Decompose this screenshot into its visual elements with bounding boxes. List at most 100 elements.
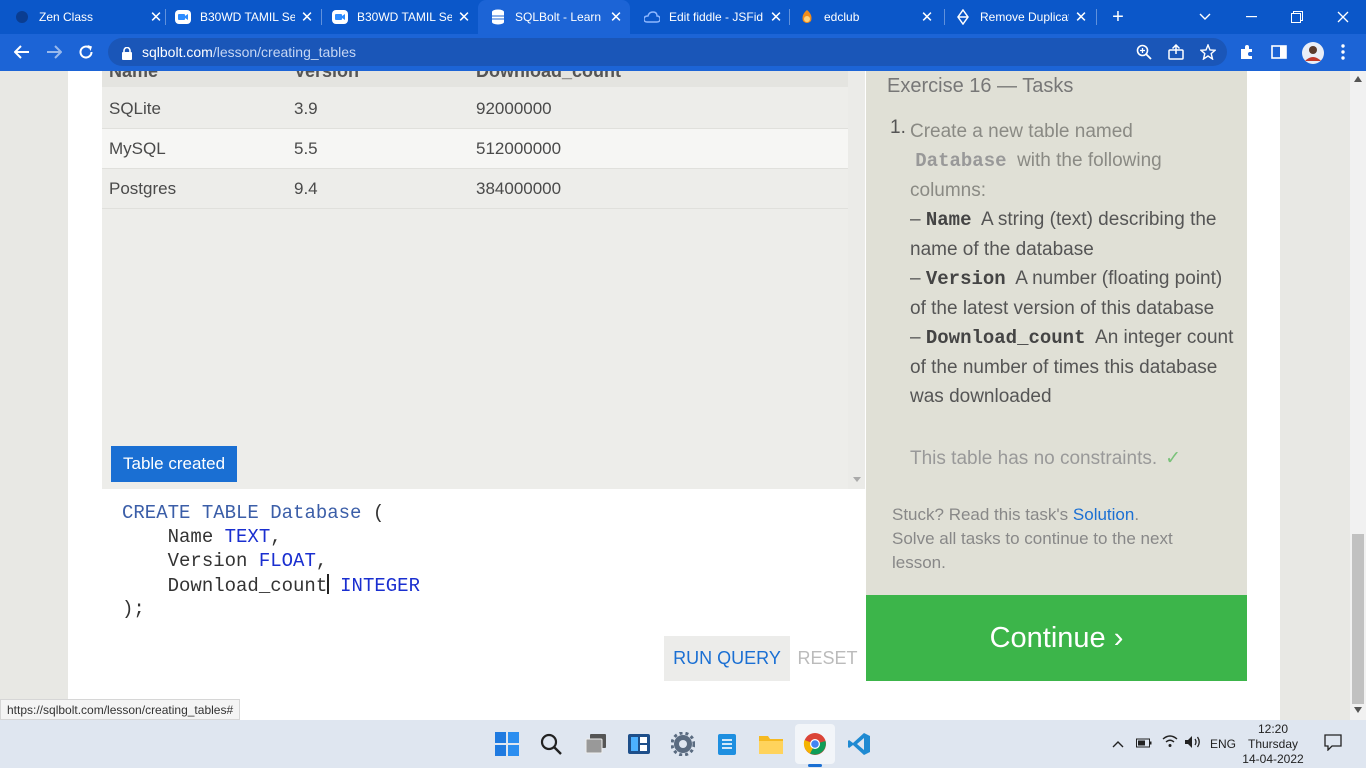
run-query-button[interactable]: RUN QUERY bbox=[664, 636, 790, 681]
start-icon[interactable] bbox=[487, 724, 527, 764]
tab-zoom-1[interactable]: B30WD TAMIL Se ✕ bbox=[175, 0, 315, 34]
search-icon[interactable] bbox=[531, 724, 571, 764]
close-icon[interactable]: ✕ bbox=[919, 9, 935, 26]
code-column: Name bbox=[167, 526, 214, 548]
active-app-indicator bbox=[808, 764, 822, 767]
task-intro: Create a new table named bbox=[910, 121, 1133, 142]
chrome-icon[interactable] bbox=[795, 724, 835, 764]
url-path: /lesson/creating_tables bbox=[212, 44, 357, 60]
table-cell: Postgres bbox=[109, 179, 177, 198]
tab-separator bbox=[321, 9, 322, 25]
side-panel-icon[interactable] bbox=[1270, 43, 1288, 61]
code-type: FLOAT bbox=[258, 550, 316, 572]
solution-link[interactable]: Solution bbox=[1073, 505, 1134, 524]
notification-icon[interactable] bbox=[1324, 734, 1342, 754]
query-results-table: Name Version Download_count SQLite 3.9 9… bbox=[102, 71, 848, 489]
file-explorer-icon[interactable] bbox=[751, 724, 791, 764]
close-icon[interactable]: ✕ bbox=[456, 9, 472, 26]
task-number: 1. bbox=[890, 117, 906, 138]
continue-button[interactable]: Continue › bbox=[866, 595, 1247, 681]
zen-icon bbox=[14, 9, 30, 25]
column-header: Download_count bbox=[476, 71, 621, 81]
close-icon[interactable]: ✕ bbox=[1073, 9, 1089, 26]
notepad-icon[interactable] bbox=[707, 724, 747, 764]
table-cell: MySQL bbox=[109, 139, 166, 158]
code-column: Download_count bbox=[167, 575, 328, 597]
extensions-icon[interactable] bbox=[1238, 43, 1256, 61]
task-table-name: Database bbox=[915, 150, 1007, 172]
status-bar-url: https://sqlbolt.com/lesson/creating_tabl… bbox=[0, 699, 241, 720]
jsfiddle-icon bbox=[644, 9, 660, 25]
column-header: Name bbox=[109, 71, 159, 81]
table-row: SQLite 3.9 92000000 bbox=[102, 89, 848, 129]
text-cursor bbox=[327, 574, 329, 594]
task-dash: – bbox=[910, 209, 921, 230]
tab-edclub[interactable]: edclub ✕ bbox=[799, 0, 935, 34]
code-type: INTEGER bbox=[340, 575, 420, 597]
clock-day: Thursday bbox=[1247, 737, 1299, 751]
code-comma: , bbox=[315, 550, 328, 572]
table-cell: 512000000 bbox=[476, 139, 562, 158]
checkmark-icon: ✓ bbox=[1165, 448, 1182, 469]
table-row: MySQL 5.5 512000000 bbox=[102, 129, 848, 169]
code-close: ); bbox=[122, 598, 145, 620]
results-header: Name Version Download_count bbox=[102, 71, 848, 87]
close-icon[interactable]: ✕ bbox=[299, 9, 315, 26]
code-keyword: CREATE TABLE bbox=[122, 502, 259, 524]
lock-icon[interactable] bbox=[118, 44, 136, 62]
tab-sqlbolt[interactable]: SQLBolt - Learn S ✕ bbox=[478, 0, 630, 34]
tab-title: B30WD TAMIL Se bbox=[357, 10, 452, 24]
new-tab-button[interactable]: + bbox=[1098, 0, 1138, 34]
url-host: sqlbolt.com bbox=[142, 44, 213, 60]
tab-jsfiddle[interactable]: Edit fiddle - JSFid ✕ bbox=[644, 0, 784, 34]
tasks-panel: Exercise 16 — Tasks 1. Create a new tabl… bbox=[866, 71, 1247, 595]
forward-arrow-icon[interactable] bbox=[41, 39, 67, 65]
share-icon[interactable] bbox=[1167, 43, 1185, 61]
vscode-icon[interactable] bbox=[839, 724, 879, 764]
task-column-name: Name bbox=[925, 209, 972, 231]
stuck-line2: Solve all tasks to continue to the next … bbox=[892, 529, 1173, 572]
tab-zen-class[interactable]: Zen Class ✕ bbox=[14, 0, 164, 34]
constraint-text: This table has no constraints. bbox=[910, 448, 1158, 469]
avatar[interactable] bbox=[1302, 42, 1324, 64]
table-cell: SQLite bbox=[109, 99, 161, 118]
clock[interactable]: 12:20 Thursday 14-04-2022 bbox=[1236, 722, 1310, 767]
settings-gear-icon[interactable] bbox=[663, 724, 703, 764]
table-cell: 3.9 bbox=[294, 99, 318, 118]
kebab-menu-icon[interactable] bbox=[1334, 43, 1352, 61]
zoom-icon bbox=[332, 9, 348, 25]
tab-separator bbox=[1096, 9, 1097, 25]
reset-button[interactable]: RESET bbox=[790, 636, 865, 681]
bookmark-star-icon[interactable] bbox=[1199, 43, 1217, 61]
close-icon[interactable]: ✕ bbox=[768, 9, 784, 26]
results-scrollbar[interactable] bbox=[848, 71, 865, 489]
wifi-icon[interactable] bbox=[1162, 734, 1178, 751]
volume-icon[interactable] bbox=[1184, 735, 1202, 752]
task-column-name: Download_count bbox=[925, 327, 1086, 349]
blog-icon bbox=[955, 9, 971, 25]
restore-icon[interactable] bbox=[1274, 0, 1320, 34]
battery-icon[interactable] bbox=[1136, 736, 1152, 751]
table-cell: 5.5 bbox=[294, 139, 318, 158]
tab-search-icon[interactable] bbox=[1182, 0, 1228, 34]
close-icon[interactable]: ✕ bbox=[148, 9, 164, 26]
back-arrow-icon[interactable] bbox=[9, 39, 35, 65]
tab-title: SQLBolt - Learn S bbox=[515, 10, 604, 24]
tray-chevron-icon[interactable] bbox=[1112, 736, 1124, 751]
tab-title: Remove Duplicat bbox=[980, 10, 1069, 24]
language-indicator[interactable]: ENG bbox=[1210, 737, 1236, 751]
page-scrollbar-thumb[interactable] bbox=[1352, 534, 1364, 704]
close-icon[interactable]: ✕ bbox=[608, 9, 624, 26]
widgets-icon[interactable] bbox=[619, 724, 659, 764]
task-dash: – bbox=[910, 268, 921, 289]
task-view-icon[interactable] bbox=[576, 724, 616, 764]
close-window-icon[interactable] bbox=[1320, 0, 1366, 34]
minimize-icon[interactable] bbox=[1228, 0, 1274, 34]
tab-zoom-2[interactable]: B30WD TAMIL Se ✕ bbox=[332, 0, 472, 34]
zoom-magnifier-icon[interactable] bbox=[1135, 43, 1153, 61]
clock-time: 12:20 bbox=[1257, 722, 1289, 736]
url-text[interactable]: sqlbolt.com/lesson/creating_tables bbox=[142, 44, 356, 60]
tab-remove-duplicates[interactable]: Remove Duplicat ✕ bbox=[955, 0, 1089, 34]
tab-title: B30WD TAMIL Se bbox=[200, 10, 295, 24]
reload-icon[interactable] bbox=[73, 39, 99, 65]
